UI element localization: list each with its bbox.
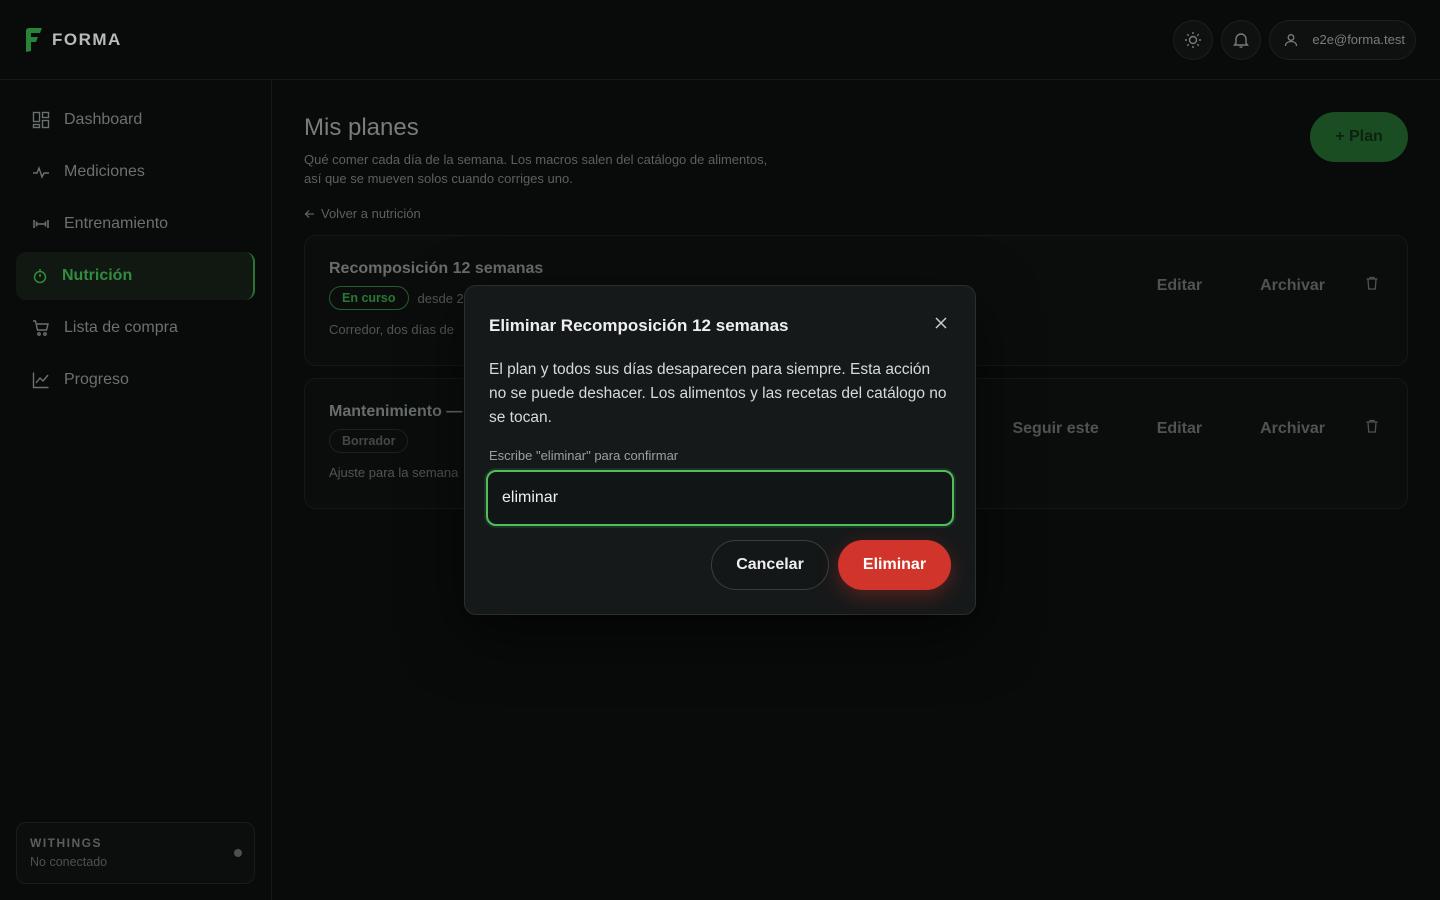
confirm-input-label: Escribe "eliminar" para confirmar: [489, 448, 679, 463]
dialog-title: Eliminar Recomposición 12 semanas: [489, 316, 789, 335]
confirm-delete-input[interactable]: [486, 470, 954, 526]
close-icon: [935, 317, 947, 329]
confirm-delete-button[interactable]: Eliminar: [838, 540, 951, 590]
delete-plan-dialog: Eliminar Recomposición 12 semanas El pla…: [464, 285, 976, 615]
close-dialog-button[interactable]: [935, 316, 947, 334]
dialog-body: El plan y todos sus días desaparecen par…: [489, 361, 947, 426]
cancel-button[interactable]: Cancelar: [711, 540, 829, 590]
